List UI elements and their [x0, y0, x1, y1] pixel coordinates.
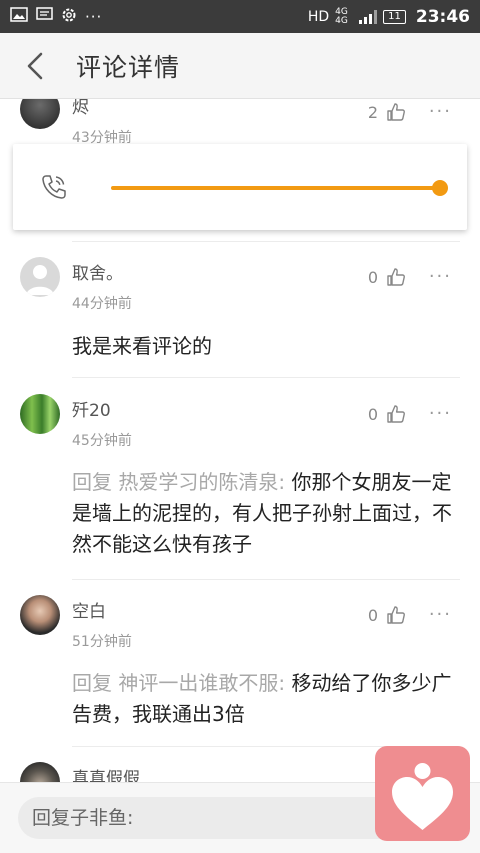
- divider: [72, 241, 460, 242]
- audio-progress-knob[interactable]: [432, 180, 448, 196]
- like-count: 0: [367, 267, 378, 287]
- more-icon[interactable]: ···: [429, 266, 452, 287]
- like-count: 2: [367, 102, 378, 122]
- settings-icon: [61, 7, 77, 27]
- status-bar: ··· HD 4G 4G 11 23:46: [0, 0, 480, 33]
- heart-person-icon: [392, 763, 453, 830]
- chevron-left-icon: [27, 52, 43, 79]
- comment-username[interactable]: 烬: [72, 99, 89, 118]
- comment-username[interactable]: 真真假假: [72, 764, 140, 782]
- like-count: 0: [367, 404, 378, 424]
- signal-icon: [359, 9, 378, 24]
- more-icon[interactable]: ···: [429, 604, 452, 625]
- comment-time: 44分钟前: [72, 296, 132, 312]
- avatar[interactable]: [20, 762, 60, 782]
- status-more: ···: [85, 7, 103, 26]
- audio-progress-bar[interactable]: [111, 186, 439, 190]
- avatar[interactable]: [20, 257, 60, 297]
- thumbs-up-icon: [387, 103, 405, 121]
- comment-text[interactable]: 我是来看评论的: [72, 331, 462, 362]
- comment-body: 我是来看评论的: [72, 334, 212, 358]
- clock: 23:46: [415, 6, 470, 27]
- comment-username[interactable]: 歼20: [72, 396, 111, 421]
- reply-prefix[interactable]: 回复 神评一出谁敢不服:: [72, 671, 285, 695]
- like-button[interactable]: 2: [368, 102, 406, 122]
- thumbs-up-icon: [387, 606, 405, 624]
- reply-prefix[interactable]: 回复 热爱学习的陈清泉:: [72, 470, 285, 494]
- avatar[interactable]: [20, 99, 60, 129]
- default-avatar-icon: [26, 265, 54, 295]
- battery-icon: 11: [383, 9, 406, 24]
- image-icon: [10, 7, 28, 26]
- comment-time: 45分钟前: [72, 433, 132, 449]
- network-label: HD: [307, 8, 330, 25]
- audio-player: [13, 144, 467, 230]
- page-title: 评论详情: [76, 52, 181, 82]
- more-icon[interactable]: ···: [429, 101, 452, 122]
- phone-icon[interactable]: [39, 172, 69, 202]
- like-count: 0: [367, 605, 378, 625]
- like-button[interactable]: 0: [368, 404, 406, 424]
- avatar[interactable]: [20, 394, 60, 434]
- thumbs-up-icon: [387, 268, 405, 286]
- comment-text[interactable]: 回复 神评一出谁敢不服: 移动给了你多少广告费，我联通出3倍: [72, 668, 462, 730]
- comment-time: 51分钟前: [72, 634, 132, 650]
- comment-text[interactable]: 回复 热爱学习的陈清泉: 你那个女朋友一定是墙上的泥捏的，有人把子孙射上面过，不…: [72, 467, 462, 560]
- avatar[interactable]: [20, 595, 60, 635]
- divider: [72, 579, 460, 580]
- app-header: 评论详情: [0, 33, 480, 99]
- comment-list[interactable]: 烬 43分钟前 2 ··· 取舍。 44分钟前 0 ··· 我是来看评论的 歼2…: [0, 99, 480, 782]
- message-icon: [36, 7, 53, 26]
- back-button[interactable]: [0, 33, 70, 99]
- network-gen: 4G 4G: [335, 6, 348, 26]
- float-heart-button[interactable]: [375, 746, 470, 841]
- comment-username[interactable]: 取舍。: [72, 259, 123, 284]
- more-icon[interactable]: ···: [429, 403, 452, 424]
- comment-username[interactable]: 空白: [72, 597, 106, 622]
- like-button[interactable]: 0: [368, 605, 406, 625]
- divider: [72, 377, 460, 378]
- like-button[interactable]: 0: [368, 267, 406, 287]
- thumbs-up-icon: [387, 405, 405, 423]
